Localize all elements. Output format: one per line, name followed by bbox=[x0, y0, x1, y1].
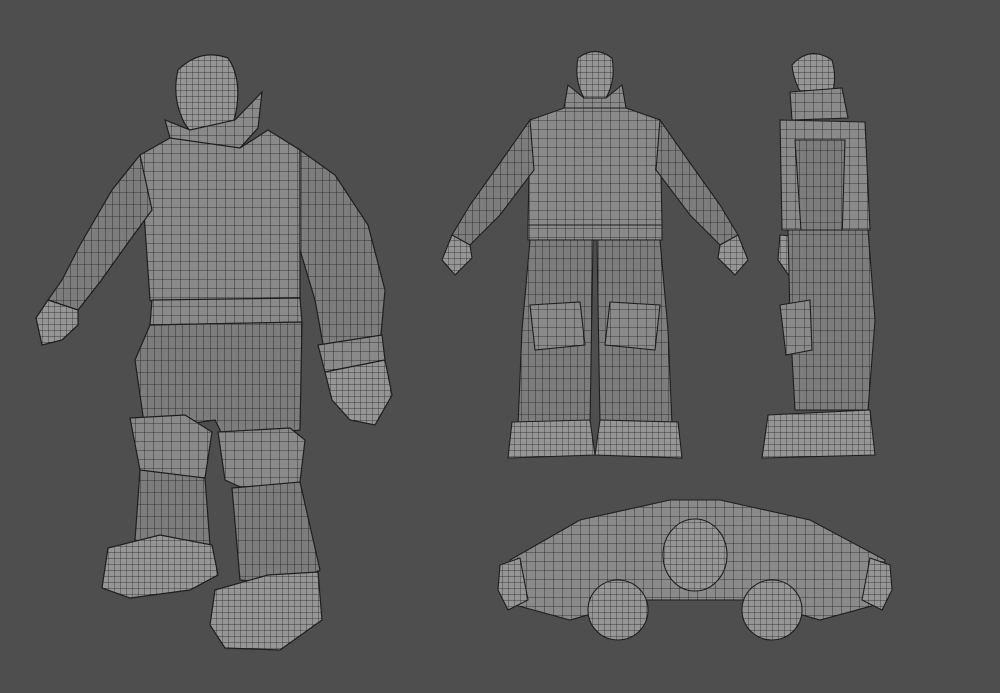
top-view bbox=[497, 499, 893, 641]
front-view bbox=[441, 50, 749, 459]
viewport-canvas bbox=[0, 0, 1000, 693]
perspective-view bbox=[35, 54, 393, 651]
character-mesh-top bbox=[497, 499, 893, 641]
character-mesh-perspective bbox=[35, 54, 393, 651]
character-mesh-side bbox=[761, 53, 876, 459]
side-view bbox=[761, 53, 876, 459]
character-mesh-front bbox=[441, 50, 749, 459]
